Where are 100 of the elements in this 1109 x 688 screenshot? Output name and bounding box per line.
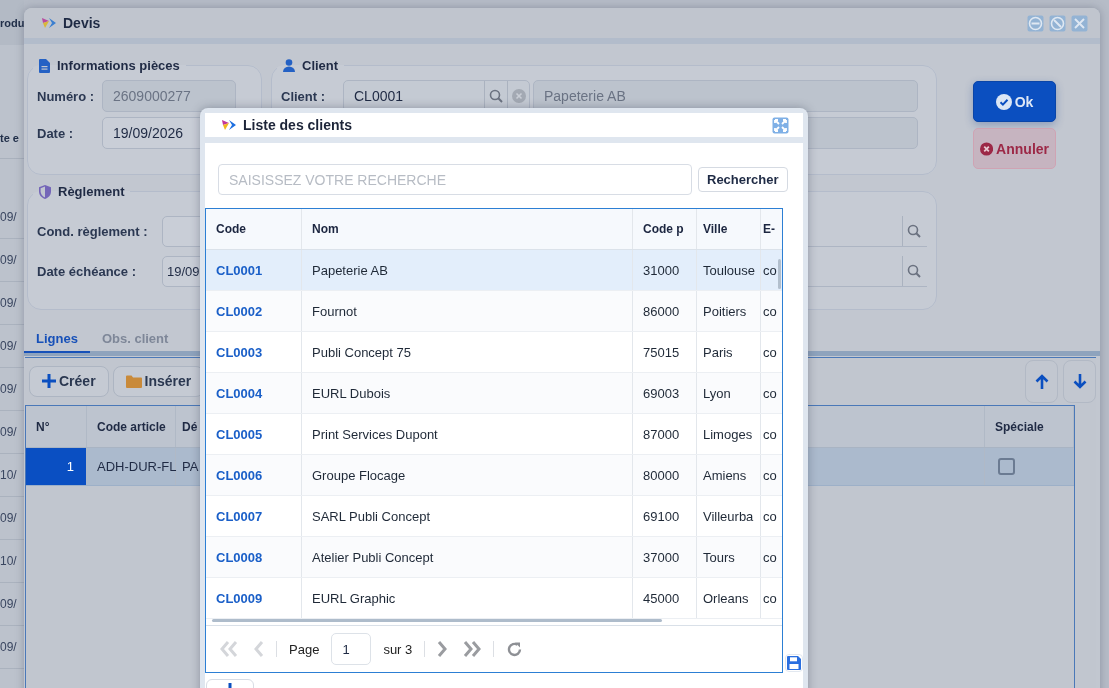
table-cell-text: co: [762, 548, 777, 567]
table-cell: Atelier Publi Concept: [302, 537, 633, 577]
table-row[interactable]: CL0008 Atelier Publi Concept 37000 Tours co: [206, 537, 782, 578]
page-label: Page: [288, 641, 321, 657]
field-label: Date :: [37, 125, 75, 141]
table-cell: CL0005: [206, 414, 302, 454]
table-cell: Publi Concept 75: [302, 332, 633, 372]
save-button[interactable]: [785, 654, 803, 672]
date-text: 09/: [0, 210, 17, 224]
section-title: Informations pièces: [57, 58, 180, 73]
chevron-left-icon: [254, 641, 264, 657]
restore-icon[interactable]: [1049, 14, 1066, 32]
table-cell: 37000: [633, 537, 697, 577]
search-field[interactable]: SAISISSEZ VOTRE RECHERCHE: [218, 164, 692, 195]
field-label: Numéro :: [37, 88, 96, 104]
table-cell-text: co: [762, 384, 777, 403]
scrollbar[interactable]: [212, 619, 662, 622]
column-header[interactable]: Ville: [697, 209, 761, 249]
background-title-text: rodu: [0, 16, 25, 29]
date-text: 09/: [0, 382, 17, 396]
close-icon[interactable]: [1071, 14, 1088, 32]
table-row[interactable]: CL0003 Publi Concept 75 75015 Paris co: [206, 332, 782, 373]
table-cell: Papeterie AB: [302, 250, 633, 290]
scrollbar[interactable]: [778, 259, 781, 289]
table-cell: CL0009: [206, 578, 302, 618]
search-icon[interactable]: [907, 264, 921, 278]
table-cell: EURL Dubois: [302, 373, 633, 413]
field-label: Client :: [281, 88, 327, 104]
checkbox[interactable]: [998, 458, 1015, 475]
search-icon[interactable]: [489, 89, 503, 103]
table-row[interactable]: CL0002 Fournot 86000 Poitiers co: [206, 291, 782, 332]
table-cell: Lyon: [697, 373, 761, 413]
minimize-icon[interactable]: [1027, 14, 1044, 32]
table-cell-text: co: [762, 466, 777, 485]
table-row[interactable]: CL0006 Groupe Flocage 80000 Amiens co: [206, 455, 782, 496]
table-cell: Amiens: [697, 455, 761, 495]
window-title: Devis: [63, 15, 101, 31]
table-cell: Toulouse: [697, 250, 761, 290]
ok-button[interactable]: Ok: [973, 81, 1056, 122]
section-title: Règlement: [58, 184, 125, 199]
table-cell-text: co: [762, 425, 777, 444]
arrow-down-icon: [1072, 373, 1087, 389]
table-cell: 87000: [633, 414, 697, 454]
column-header[interactable]: E-: [761, 209, 777, 249]
check-icon: [995, 93, 1012, 110]
date-text: 10/: [0, 554, 17, 568]
maximize-icon[interactable]: [772, 116, 789, 134]
table-row[interactable]: CL0005 Print Services Dupont 87000 Limoges co: [206, 414, 782, 455]
date-text: 09/: [0, 339, 17, 353]
table-row[interactable]: CL0004 EURL Dubois 69003 Lyon co: [206, 373, 782, 414]
table-cell: 45000: [633, 578, 697, 618]
page-field[interactable]: 1: [331, 633, 372, 665]
search-icon[interactable]: [907, 224, 921, 238]
field-label: Date échéance :: [37, 264, 137, 279]
move-up-button[interactable]: [1025, 359, 1058, 403]
move-down-button[interactable]: [1063, 359, 1096, 403]
cancel-button[interactable]: Annuler: [973, 128, 1056, 169]
table-row[interactable]: CL0009 EURL Graphic 45000 Orleans co: [206, 578, 782, 619]
table-cell: SARL Publi Concept: [302, 496, 633, 536]
logo-icon: [221, 118, 237, 132]
folder-icon: [125, 374, 142, 388]
column-header: Spéciale: [985, 406, 1074, 447]
cancel-icon: [980, 140, 994, 157]
chevron-right-icon: [437, 641, 448, 657]
table-cell: CL0002: [206, 291, 302, 331]
clear-icon[interactable]: [512, 89, 526, 103]
section-title: Client: [302, 58, 339, 73]
table-cell: CL0004: [206, 373, 302, 413]
table-cell: Villeurba: [697, 496, 761, 536]
column-header: N°: [26, 406, 87, 447]
table-cell: 69003: [633, 373, 697, 413]
table-cell: 86000: [633, 291, 697, 331]
table-cell-text: co: [762, 302, 777, 321]
table-cell: CL0006: [206, 455, 302, 495]
tab[interactable]: Lignes: [24, 326, 90, 353]
column-header[interactable]: Code p: [633, 209, 697, 249]
table-cell: 75015: [633, 332, 697, 372]
table-row[interactable]: CL0007 SARL Publi Concept 69100 Villeurba co: [206, 496, 782, 537]
table-cell: CL0007: [206, 496, 302, 536]
table-cell: 31000: [633, 250, 697, 290]
table-cell: Poitiers: [697, 291, 761, 331]
table-cell: 1: [26, 448, 87, 485]
date-text: 09/: [0, 511, 17, 525]
table-cell: CL0008: [206, 537, 302, 577]
double-chevron-right-icon: [463, 641, 482, 657]
date-text: 10/: [0, 468, 17, 482]
date-text: 09/: [0, 425, 17, 439]
create-button[interactable]: Créer: [29, 365, 109, 397]
table-cell: Tours: [697, 537, 761, 577]
refresh-icon: [506, 640, 524, 658]
table-cell: CL0001: [206, 250, 302, 290]
double-chevron-left-icon: [220, 641, 238, 657]
table-cell: EURL Graphic: [302, 578, 633, 618]
table-cell: Groupe Flocage: [302, 455, 633, 495]
table-row[interactable]: CL0001 Papeterie AB 31000 Toulouse co: [206, 250, 782, 291]
table-cell-text: co: [762, 589, 777, 608]
search-button[interactable]: Rechercher: [698, 167, 788, 192]
column-header[interactable]: Nom: [302, 209, 633, 249]
arrow-up-icon: [1034, 373, 1049, 389]
column-header[interactable]: Code: [206, 209, 302, 249]
